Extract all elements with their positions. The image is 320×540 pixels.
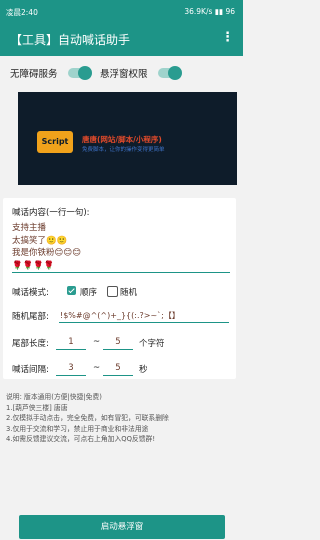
note-line: 3.仅用于交流和学习，禁止用于商业和非法用途 <box>6 424 149 433</box>
shout-line: 太搞笑了🙂🙂 <box>12 235 68 246</box>
min-underline <box>56 375 86 376</box>
shout-line: 我是你铁粉😊😊😊 <box>12 248 82 258</box>
settings-card: 喊话内容(一行一句): 支持主播 太搞笑了🙂🙂 我是你铁粉😊😊😊 🌹🌹🌹🌹 喊话… <box>3 198 236 379</box>
app-bar: 【工具】自动喊话助手 ⋮ <box>0 22 243 56</box>
mode-random-checkbox[interactable] <box>107 286 118 297</box>
banner-title: 唐唐(网站/脚本/小程序) <box>82 135 162 144</box>
shout-line: 🌹🌹🌹🌹 <box>12 260 55 271</box>
interval-min-input[interactable]: 3 <box>56 363 86 373</box>
promo-banner[interactable]: Script 唐唐(网站/脚本/小程序) 免费脚本，让你的操作变得更简单 <box>18 92 237 185</box>
interval-max-input[interactable]: 5 <box>103 363 133 373</box>
script-logo: Script <box>37 131 73 153</box>
start-overlay-button[interactable]: 启动悬浮窗 <box>19 515 225 539</box>
status-time: 凌晨2:40 <box>6 8 38 17</box>
page-title: 【工具】自动喊话助手 <box>10 33 131 47</box>
mode-sequential-label[interactable]: 顺序 <box>80 286 97 298</box>
input-underline <box>12 272 230 273</box>
max-underline <box>103 349 133 350</box>
battery-level: 96 <box>225 7 235 16</box>
tail-input[interactable]: !$%#@^(^)+_}{(:.?>~`;【】 <box>60 310 180 321</box>
notes-section: 说明: 版本通用(方便|快捷|免费) 1.[葫芦侠三楼] 唐唐 2.仅模拟手动点… <box>6 392 169 445</box>
range-separator: ~ <box>93 337 101 347</box>
interval-unit: 秒 <box>139 365 148 375</box>
mode-random-label[interactable]: 随机 <box>120 286 137 298</box>
mode-sequential-checkbox[interactable] <box>67 286 76 295</box>
accessibility-switch[interactable] <box>68 66 92 80</box>
tail-length-min-input[interactable]: 1 <box>56 337 86 347</box>
range-separator: ~ <box>93 363 101 373</box>
status-right: 36.9K/s ▮▮ 96 <box>184 7 235 16</box>
overlay-switch[interactable] <box>158 66 182 80</box>
tail-label: 随机尾部: <box>12 312 49 322</box>
status-bar: 凌晨2:40 36.9K/s ▮▮ 96 <box>0 0 243 22</box>
max-underline <box>103 375 133 376</box>
accessibility-label: 无障碍服务 <box>10 69 58 80</box>
note-line: 说明: 版本通用(方便|快捷|免费) <box>6 393 102 401</box>
tail-length-unit: 个字符 <box>139 339 165 349</box>
tail-length-label: 尾部长度: <box>12 339 49 349</box>
note-line: 1.[葫芦侠三楼] 唐唐 <box>6 403 68 412</box>
network-speed: 36.9K/s <box>184 7 213 16</box>
note-line: 4.如需反馈建议交流，可点右上角加入QQ反馈群! <box>6 435 156 443</box>
banner-subtitle: 免费脚本，让你的操作变得更简单 <box>82 147 165 153</box>
shout-line: 支持主播 <box>12 223 47 233</box>
interval-label: 喊话间隔: <box>12 365 49 375</box>
overlay-label: 悬浮窗权限 <box>100 69 148 80</box>
mode-label: 喊话模式: <box>12 288 49 298</box>
more-vert-icon[interactable]: ⋮ <box>221 30 234 45</box>
tail-underline <box>59 322 229 323</box>
tail-length-max-input[interactable]: 5 <box>103 337 133 347</box>
shout-label: 喊话内容(一行一句): <box>12 208 90 218</box>
shout-content-input[interactable]: 支持主播 太搞笑了🙂🙂 我是你铁粉😊😊😊 🌹🌹🌹🌹 <box>12 222 81 272</box>
note-line: 2.仅模拟手动点击，完全免费，如有冒犯，可联系删除 <box>6 414 169 422</box>
signal-icon: ▮▮ <box>214 7 224 16</box>
min-underline <box>56 349 86 350</box>
